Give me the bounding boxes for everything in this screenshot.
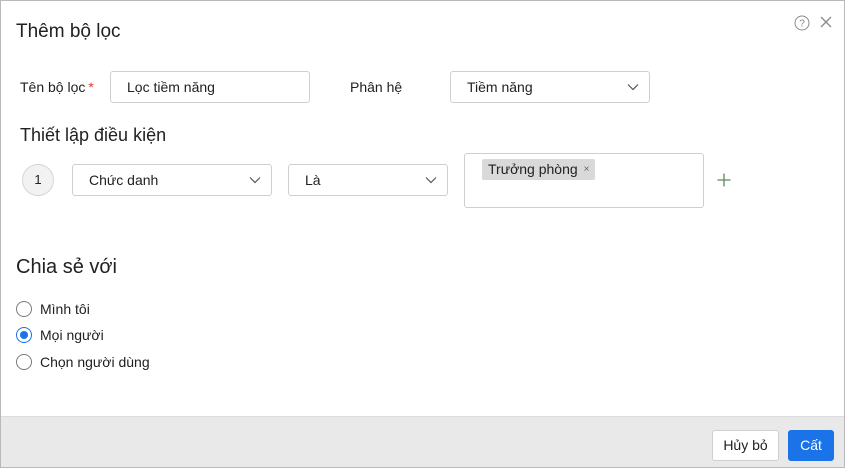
module-select[interactable]: Tiềm năng (450, 71, 650, 103)
module-select-value: Tiềm năng (467, 79, 533, 95)
share-option-only-me[interactable]: Mình tôi (16, 301, 90, 317)
chevron-down-icon (627, 84, 639, 91)
dialog-title: Thêm bộ lọc (16, 21, 121, 42)
radio-select-users[interactable] (16, 354, 32, 370)
share-option-select-users[interactable]: Chọn người dùng (16, 354, 150, 370)
radio-everyone[interactable] (16, 327, 32, 343)
filter-name-label: Tên bộ lọc * (20, 79, 94, 95)
dialog-footer: Hủy bỏ Cất (1, 416, 844, 467)
share-option-label: Mình tôi (40, 301, 90, 317)
close-icon[interactable] (819, 15, 833, 29)
condition-index: 1 (22, 164, 54, 196)
share-title: Chia sẻ với (16, 256, 117, 278)
condition-field-select[interactable]: Chức danh (72, 164, 272, 196)
share-option-label: Mọi người (40, 327, 104, 343)
share-option-everyone[interactable]: Mọi người (16, 327, 104, 343)
conditions-title: Thiết lập điều kiện (20, 125, 167, 145)
value-tag-label: Trưởng phòng (488, 161, 578, 177)
radio-only-me[interactable] (16, 301, 32, 317)
remove-tag-icon[interactable]: × (584, 159, 590, 180)
add-condition-plus-icon[interactable] (717, 173, 731, 187)
condition-operator-select[interactable]: Là (288, 164, 448, 196)
filter-name-label-text: Tên bộ lọc (20, 79, 86, 95)
condition-value-tag-input[interactable]: Trưởng phòng × (464, 153, 704, 208)
chevron-down-icon (249, 177, 261, 184)
help-icon[interactable]: ? (794, 15, 810, 31)
save-button[interactable]: Cất (788, 430, 834, 461)
cancel-button[interactable]: Hủy bỏ (712, 430, 779, 461)
filter-name-input[interactable]: Lọc tiềm năng (110, 71, 310, 103)
condition-field-value: Chức danh (89, 172, 159, 188)
module-label: Phân hệ (350, 79, 403, 95)
required-mark: * (88, 79, 94, 95)
chevron-down-icon (425, 177, 437, 184)
svg-text:?: ? (799, 19, 805, 30)
share-option-label: Chọn người dùng (40, 354, 150, 370)
add-filter-dialog: Thêm bộ lọc ? Tên bộ lọc * Lọc tiềm năng … (0, 0, 845, 468)
condition-operator-value: Là (305, 172, 321, 188)
value-tag: Trưởng phòng × (482, 159, 596, 180)
